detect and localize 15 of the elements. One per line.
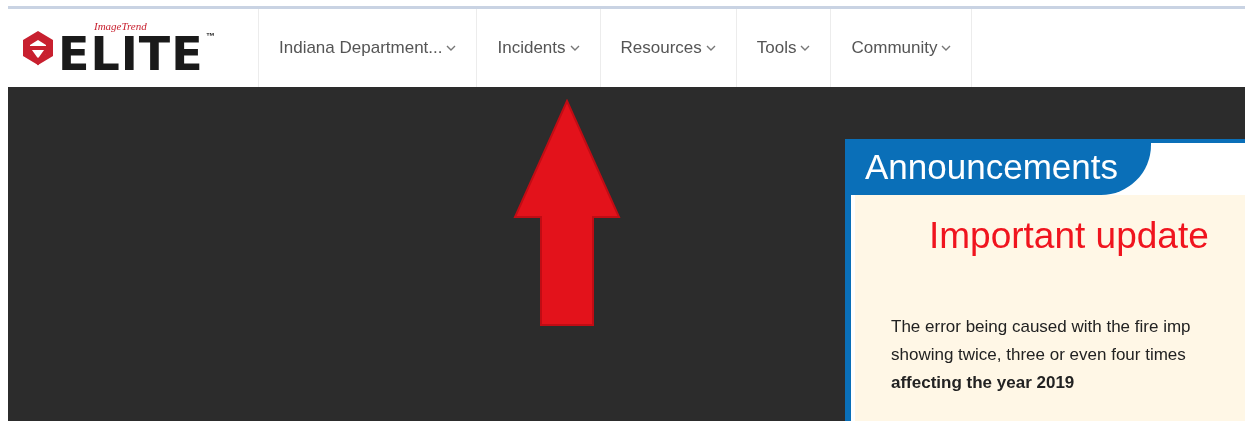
chevron-down-icon <box>705 44 716 52</box>
chevron-down-icon <box>941 44 952 52</box>
panel-title: Announcements <box>851 139 1151 195</box>
logo-icon <box>20 28 56 68</box>
chevron-down-icon <box>446 44 457 52</box>
chevron-down-icon <box>569 44 580 52</box>
brand-name: ImageTrend <box>94 20 148 32</box>
announcement-heading: Important update <box>929 215 1210 257</box>
announcement-text: showing twice, three or even four times <box>891 344 1187 366</box>
nav-menu[interactable]: Community <box>830 9 973 87</box>
announcement-text: affecting the year 2019 <box>891 372 1076 394</box>
trademark-mark: ™ <box>205 31 215 41</box>
announcement-text: The error being caused with the fire imp <box>891 316 1192 338</box>
chevron-down-icon <box>800 44 811 52</box>
product-name: ELITE <box>58 31 204 76</box>
